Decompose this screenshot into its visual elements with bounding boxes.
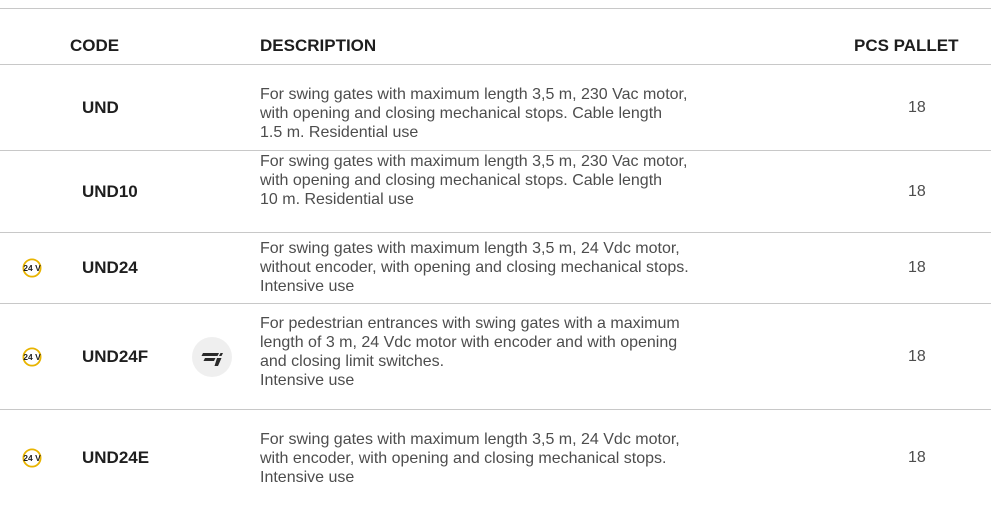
top-rule: [0, 8, 991, 9]
description-line: For swing gates with maximum length 3,5 …: [260, 431, 680, 448]
badge-label: 24 V: [23, 263, 41, 273]
header-description: DESCRIPTION: [260, 36, 377, 55]
row-code: UND24F: [82, 346, 149, 366]
table-row: UND For swing gates with maximum length …: [0, 65, 991, 151]
row-description: For swing gates with maximum length 3,5 …: [260, 430, 850, 487]
description-line: Intensive use: [260, 278, 355, 295]
product-table: CODE DESCRIPTION PCS PALLET UND For swin…: [0, 28, 991, 506]
badge-label: 24 V: [23, 352, 41, 362]
row-code: UND24: [82, 258, 138, 277]
row-description: For swing gates with maximum length 3,5 …: [260, 239, 850, 296]
description-line: length of 3 m, 24 Vdc motor with encoder…: [260, 334, 678, 351]
24v-badge-icon: 24 V: [22, 448, 42, 468]
description-line: with opening and closing mechanical stop…: [260, 105, 663, 122]
row-code: UND: [82, 97, 119, 117]
header-pcs-pallet: PCS PALLET: [854, 36, 959, 55]
description-line: 10 m. Residential use: [260, 191, 414, 208]
row-code: UND24E: [82, 448, 150, 467]
description-line: with encoder, with opening and closing m…: [260, 450, 667, 467]
description-line: with opening and closing mechanical stop…: [260, 172, 663, 189]
row-pcs: 18: [908, 449, 926, 466]
row-pcs: 18: [908, 259, 926, 276]
description-line: For swing gates with maximum length 3,5 …: [260, 240, 680, 257]
description-line: without encoder, with opening and closin…: [260, 259, 689, 276]
row-pcs: 18: [908, 182, 926, 200]
row-description: For pedestrian entrances with swing gate…: [260, 314, 850, 390]
table-row: 24 V UND24E For swing gates with maximum…: [0, 410, 991, 506]
description-line: Intensive use: [260, 469, 355, 486]
description-line: Intensive use: [260, 372, 355, 389]
row-pcs: 18: [908, 347, 926, 365]
table-row: 24 V UND24 For swing gates with maximum …: [0, 233, 991, 304]
description-line: 1.5 m. Residential use: [260, 124, 419, 141]
description-line: and closing limit switches.: [260, 353, 445, 370]
badge-label: 24 V: [23, 453, 41, 463]
row-description: For swing gates with maximum length 3,5 …: [260, 85, 850, 142]
24v-badge-icon: 24 V: [22, 346, 42, 367]
table-row: 24 V UND24F For pedestrian entrances wit…: [0, 304, 991, 410]
table-header: CODE DESCRIPTION PCS PALLET: [0, 28, 991, 65]
row-pcs: 18: [908, 98, 926, 116]
row-description: For swing gates with maximum length 3,5 …: [260, 152, 850, 209]
fast-motion-icon: [192, 336, 232, 377]
header-code: CODE: [70, 36, 120, 55]
description-line: For swing gates with maximum length 3,5 …: [260, 86, 688, 103]
description-line: For swing gates with maximum length 3,5 …: [260, 153, 688, 170]
table-row: UND10 For swing gates with maximum lengt…: [0, 151, 991, 233]
description-line: For pedestrian entrances with swing gate…: [260, 315, 680, 332]
24v-badge-icon: 24 V: [22, 258, 42, 278]
row-code: UND10: [82, 181, 138, 201]
